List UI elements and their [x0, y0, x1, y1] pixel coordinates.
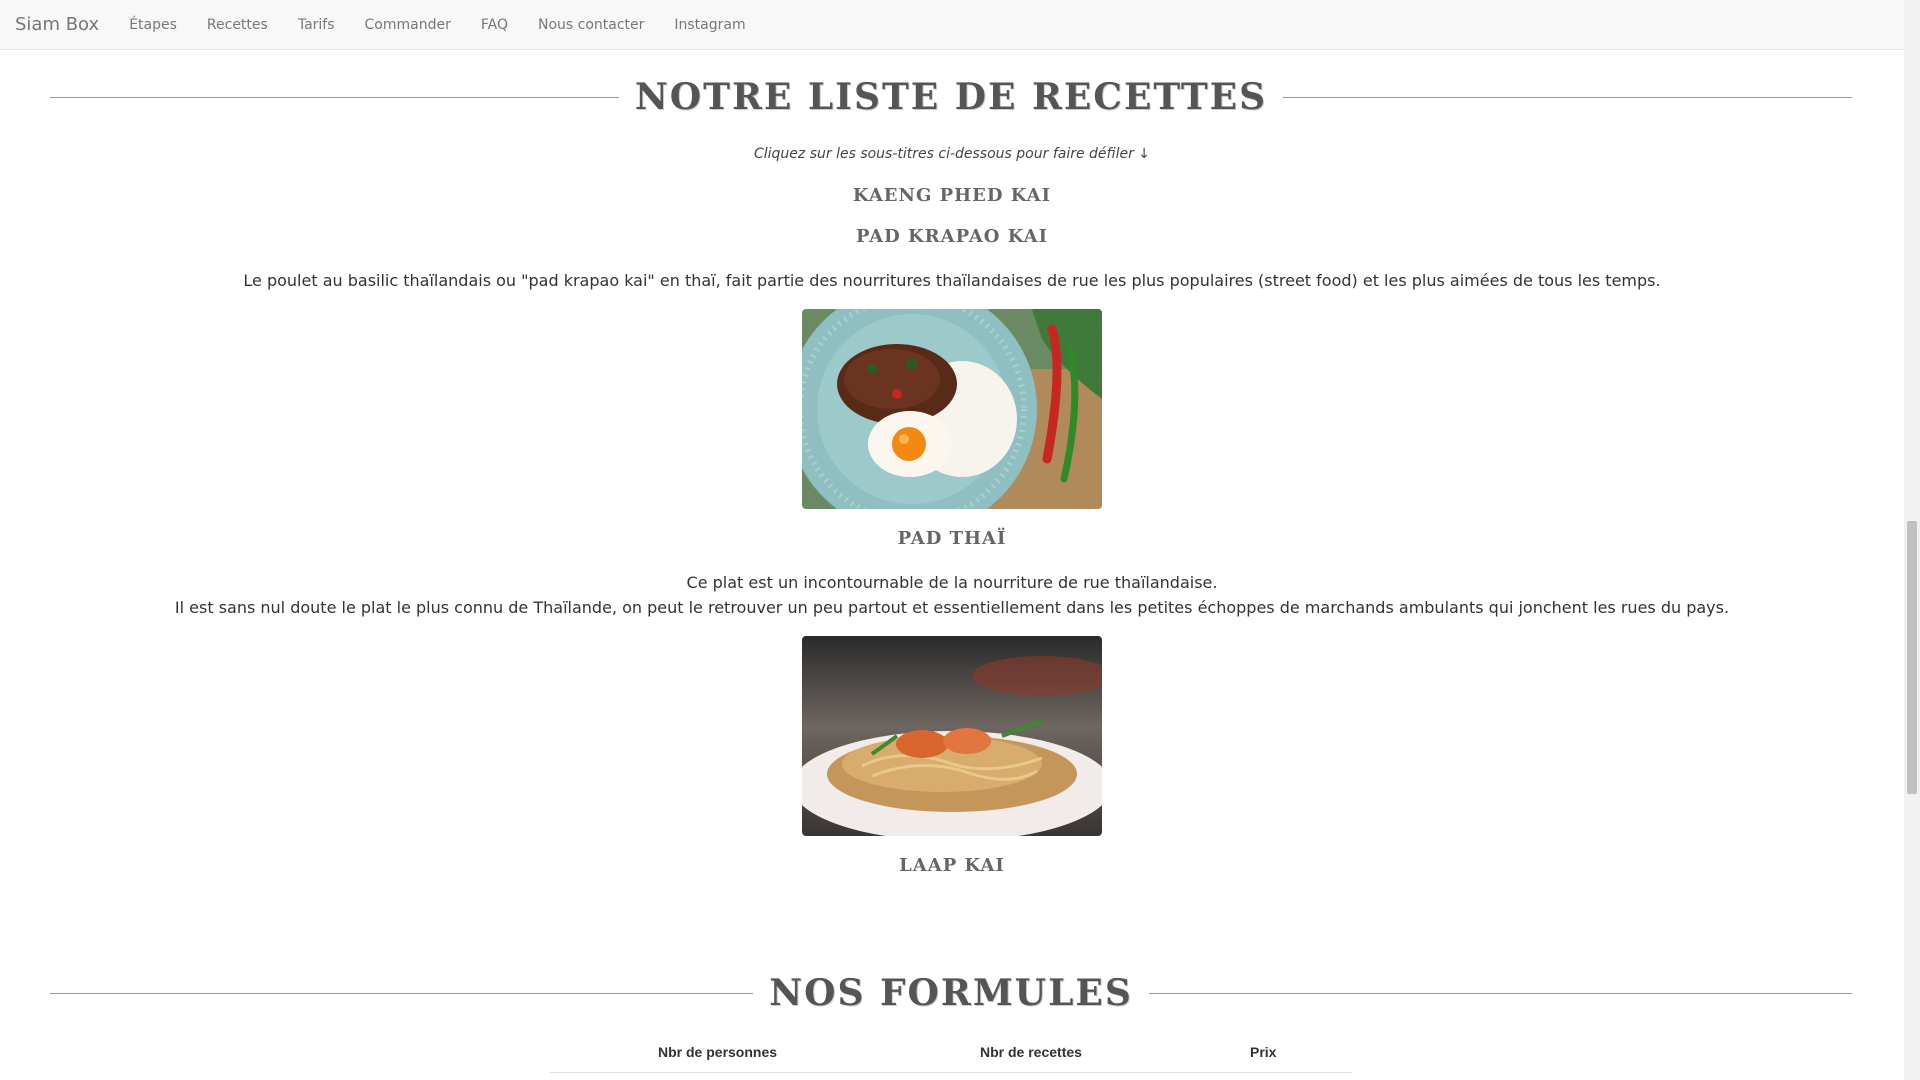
recipe-link-kaeng-phed-kai[interactable]: KAENG PHED KAI — [0, 185, 1904, 206]
scroll-hint: Cliquez sur les sous-titres ci-dessous p… — [753, 146, 1151, 162]
navbar: Siam Box Étapes Recettes Tarifs Commande… — [0, 0, 1904, 50]
recipe-link-pad-krapao-kai[interactable]: PAD KRAPAO KAI — [0, 226, 1904, 247]
pad-krapao-image — [802, 309, 1102, 509]
nav-recettes[interactable]: Recettes — [192, 17, 283, 33]
nav-tarifs[interactable]: Tarifs — [283, 17, 350, 33]
column-header-price: Prix — [1250, 1044, 1277, 1060]
nav-instagram[interactable]: Instagram — [659, 17, 760, 33]
pad-krapao-description: Le poulet au basilic thaïlandais ou "pad… — [243, 271, 1661, 290]
nav-faq[interactable]: FAQ — [466, 17, 523, 33]
pad-thai-description: Ce plat est un incontournable de la nour… — [0, 570, 1904, 620]
pad-thai-description-line2: Il est sans nul doute le plat le plus co… — [174, 598, 1730, 617]
heading-divider-left — [50, 96, 619, 98]
nav-commander[interactable]: Commander — [350, 17, 466, 33]
scrollbar-thumb[interactable] — [1907, 521, 1917, 794]
nav-etapes[interactable]: Étapes — [114, 17, 192, 33]
recipe-link-pad-thai[interactable]: PAD THAÏ — [0, 528, 1904, 549]
vertical-scrollbar[interactable] — [1904, 0, 1920, 1080]
pad-thai-image — [802, 636, 1102, 836]
column-header-persons: Nbr de personnes — [658, 1044, 778, 1060]
brand-link[interactable]: Siam Box — [15, 14, 99, 35]
formulas-heading: NOS FORMULES — [50, 972, 1853, 1014]
heading-divider-left — [50, 992, 754, 994]
recipes-title: NOTRE LISTE DE RECETTES — [634, 76, 1268, 118]
formulas-table: Nbr de personnes Nbr de recettes Prix — [550, 1040, 1352, 1073]
recipes-heading: NOTRE LISTE DE RECETTES — [50, 76, 1853, 118]
nav-contact[interactable]: Nous contacter — [523, 17, 659, 33]
heading-divider-right — [1148, 992, 1853, 994]
heading-divider-right — [1283, 96, 1853, 98]
recipe-link-laap-kai[interactable]: LAAP KAI — [0, 855, 1904, 876]
column-header-recipes: Nbr de recettes — [980, 1044, 1082, 1060]
pad-thai-description-line1: Ce plat est un incontournable de la nour… — [686, 573, 1218, 592]
formulas-title: NOS FORMULES — [769, 972, 1133, 1014]
